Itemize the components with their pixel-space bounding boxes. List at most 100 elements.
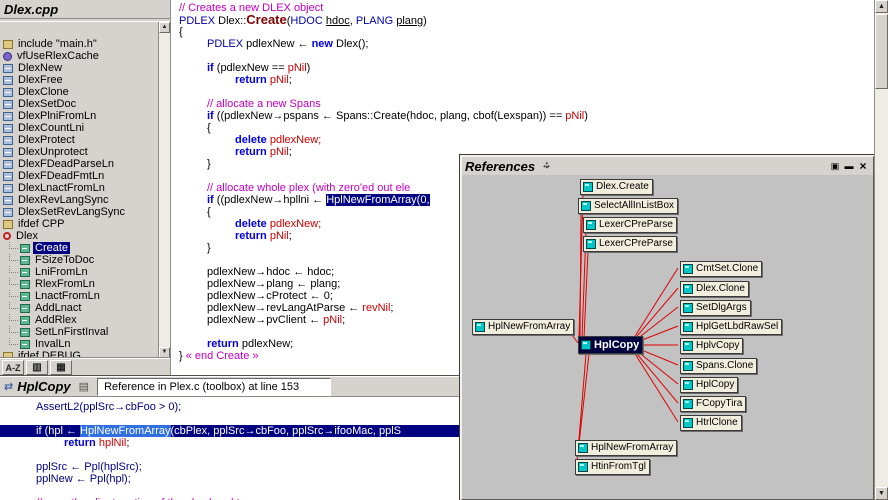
graph-node[interactable]: HtrlClone	[680, 415, 742, 431]
tree-item[interactable]: Dlex	[0, 230, 159, 242]
code-line[interactable]	[171, 86, 875, 98]
graph-node[interactable]: CmtSet.Clone	[680, 261, 763, 277]
tree-item-label: DlexUnprotect	[18, 146, 88, 158]
function-icon	[578, 443, 588, 453]
tree-item[interactable]: ifdef DEBUG	[0, 350, 159, 358]
editor-scroll-up-button[interactable]: ▲	[875, 0, 888, 13]
tree-item[interactable]: DlexPlniFromLn	[0, 110, 159, 122]
tree-branch-line	[9, 266, 18, 273]
sort-az-button[interactable]: A-Z	[2, 360, 24, 375]
tree-item[interactable]: LnactFromLn	[0, 290, 159, 302]
dock-button[interactable]: ▣	[828, 160, 842, 173]
editor-scrollbar[interactable]: ▲ ▼	[874, 0, 888, 500]
graph-node[interactable]: HplNewFromArray	[472, 319, 575, 335]
func-icon	[3, 63, 13, 73]
tree-item[interactable]: include "main.h"	[0, 38, 159, 50]
graph-node[interactable]: HplCopy	[680, 377, 739, 393]
tree-item-label: InvalLn	[35, 338, 71, 350]
code-segment: pNil	[323, 314, 343, 326]
code-line[interactable]: PDLEX pdlexNew ← new Dlex();	[171, 38, 875, 50]
graph-node-label: HplNewFromArray	[591, 442, 674, 453]
tree-branch-line	[9, 254, 18, 261]
tree-item[interactable]: DlexFDeadFmtLn	[0, 170, 159, 182]
tree-item[interactable]: DlexProtect	[0, 134, 159, 146]
file-title: Dlex.cpp	[4, 2, 59, 17]
method-icon	[20, 315, 30, 325]
tree-item[interactable]: AddRlex	[0, 314, 159, 326]
func-icon	[3, 99, 13, 109]
function-icon	[683, 303, 693, 313]
code-line[interactable]	[171, 50, 875, 62]
tree-item[interactable]: FSizeToDoc	[0, 254, 159, 266]
book-view-button[interactable]: ▥	[26, 360, 48, 375]
tree-scroll-up-button[interactable]: ▲	[159, 22, 170, 33]
tree-item[interactable]: LniFromLn	[0, 266, 159, 278]
tree-item[interactable]: vfUseRlexCache	[0, 50, 159, 62]
tree-item[interactable]: DlexUnprotect	[0, 146, 159, 158]
func-icon	[3, 171, 13, 181]
code-segment: ;	[390, 302, 394, 314]
minimize-button[interactable]: ▬	[842, 160, 856, 173]
close-button[interactable]: ×	[856, 159, 870, 173]
tree-item[interactable]: DlexCountLni	[0, 122, 159, 134]
graph-node[interactable]: HplCopy	[578, 336, 644, 354]
graph-node[interactable]: LexerCPreParse	[583, 236, 677, 252]
code-line[interactable]: delete pdlexNew;	[171, 134, 875, 146]
tree-item[interactable]: RlexFromLn	[0, 278, 159, 290]
tree-item[interactable]: SetLnFirstInval	[0, 326, 159, 338]
code-line[interactable]: {	[171, 26, 875, 38]
graph-node[interactable]: LexerCPreParse	[583, 217, 677, 233]
code-line[interactable]: // allocate a new Spans	[171, 98, 875, 110]
tree-item[interactable]: DlexLnactFromLn	[0, 182, 159, 194]
tree-item[interactable]: DlexRevLangSync	[0, 194, 159, 206]
graph-node[interactable]: HplGetLbdRawSel	[680, 319, 783, 335]
tree-item[interactable]: DlexFree	[0, 74, 159, 86]
tree-item[interactable]: Create	[0, 242, 159, 254]
tree-item-label: DlexClone	[18, 86, 69, 98]
graph-node[interactable]: HplvCopy	[680, 338, 744, 354]
code-line[interactable]: if ((pdlexNew→pspans ← Spans::Create(hdo…	[171, 110, 875, 122]
code-line[interactable]: {	[171, 122, 875, 134]
graph-node[interactable]: SetDlgArgs	[680, 300, 751, 316]
include-icon	[3, 39, 13, 49]
tree-scroll-down-button[interactable]: ▼	[159, 347, 170, 358]
graph-node[interactable]: Dlex.Create	[580, 179, 653, 195]
editor-scroll-down-button[interactable]: ▼	[875, 487, 888, 500]
graph-node[interactable]: Spans.Clone	[680, 358, 758, 374]
tree-item[interactable]: DlexFDeadParseLn	[0, 158, 159, 170]
code-line[interactable]: if (pdlexNew == pNil)	[171, 62, 875, 74]
tree-item[interactable]: AddLnact	[0, 302, 159, 314]
func-icon	[3, 147, 13, 157]
code-segment: HplNewFromArray	[80, 425, 171, 437]
preview-title: HplCopy	[17, 379, 71, 394]
graph-node[interactable]: SelectAllInListBox	[578, 198, 679, 214]
tree-item[interactable]: DlexSetDoc	[0, 98, 159, 110]
tree-scrollbar[interactable]: ▲ ▼	[158, 22, 170, 358]
window-buttons: ▣ ▬ ×	[828, 159, 870, 173]
graph-node-label: Dlex.Clone	[696, 283, 745, 294]
method-icon	[20, 327, 30, 337]
tree-item[interactable]: DlexSetRevLangSync	[0, 206, 159, 218]
reference-edge	[631, 347, 679, 404]
code-segment: ;	[342, 314, 346, 326]
code-segment: delete	[235, 134, 270, 146]
editor-scrollbar-thumb[interactable]	[875, 14, 888, 89]
graph-node[interactable]: Dlex.Clone	[680, 281, 749, 297]
book-icon: ▥	[32, 361, 42, 373]
tree-item[interactable]: InvalLn	[0, 338, 159, 350]
tree-item[interactable]: ifdef CPP	[0, 218, 159, 230]
grid-view-button[interactable]: ▦	[50, 360, 72, 375]
code-line[interactable]: PDLEX Dlex::Create(HDOC hdoc, PLANG plan…	[171, 13, 875, 27]
reference-edge	[579, 212, 582, 339]
tree-item[interactable]: DlexClone	[0, 86, 159, 98]
references-title: References	[465, 158, 536, 174]
code-segment: pdlexNew ←	[246, 38, 312, 50]
graph-node[interactable]: FCopyTira	[680, 396, 747, 412]
tree-item[interactable]: DlexNew	[0, 62, 159, 74]
tree-item-label: SetLnFirstInval	[35, 326, 109, 338]
graph-node[interactable]: HtinFromTgl	[575, 459, 651, 475]
graph-node[interactable]: HplNewFromArray	[575, 440, 678, 456]
code-line[interactable]: return pNil;	[171, 74, 875, 86]
references-titlebar[interactable]: References ↔ ↕ ▣ ▬ ×	[462, 157, 873, 175]
func-icon	[3, 75, 13, 85]
